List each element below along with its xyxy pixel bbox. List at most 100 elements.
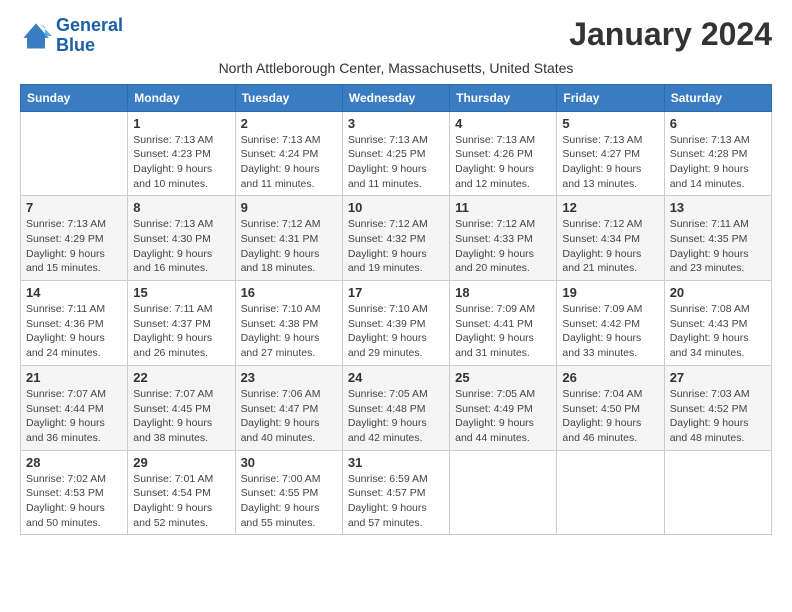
calendar-body: 1 Sunrise: 7:13 AMSunset: 4:23 PMDaylight… xyxy=(21,111,772,535)
calendar-cell xyxy=(450,450,557,535)
location-title: North Attleborough Center, Massachusetts… xyxy=(20,60,772,76)
calendar-week-3: 14Sunrise: 7:11 AMSunset: 4:36 PMDayligh… xyxy=(21,281,772,366)
day-number: 10 xyxy=(348,200,444,215)
day-detail: Sunrise: 7:12 AMSunset: 4:34 PMDaylight:… xyxy=(562,217,658,276)
logo-line1: General xyxy=(56,16,123,36)
calendar-cell: 10Sunrise: 7:12 AMSunset: 4:32 PMDayligh… xyxy=(342,196,449,281)
day-detail: Sunrise: 7:13 AMSunset: 4:28 PMDaylight:… xyxy=(670,133,766,192)
day-number: 31 xyxy=(348,455,444,470)
calendar-cell: 11 Sunrise: 7:12 AMSunset: 4:33 PMDayligh… xyxy=(450,196,557,281)
day-detail: Sunrise: 7:09 AMSunset: 4:42 PMDaylight:… xyxy=(562,302,658,361)
day-number: 1 xyxy=(133,116,229,131)
day-detail: Sunrise: 7:05 AMSunset: 4:48 PMDaylight:… xyxy=(348,387,444,446)
calendar-cell: 30 Sunrise: 7:00 AMSunset: 4:55 PMDayligh… xyxy=(235,450,342,535)
day-number: 11 xyxy=(455,200,551,215)
calendar-cell: 7 Sunrise: 7:13 AMSunset: 4:29 PMDaylight… xyxy=(21,196,128,281)
day-detail: Sunrise: 7:13 AMSunset: 4:29 PMDaylight:… xyxy=(26,217,122,276)
day-detail: Sunrise: 7:10 AMSunset: 4:39 PMDaylight:… xyxy=(348,302,444,361)
calendar-cell: 5 Sunrise: 7:13 AMSunset: 4:27 PMDaylight… xyxy=(557,111,664,196)
calendar-week-5: 28 Sunrise: 7:02 AMSunset: 4:53 PMDayligh… xyxy=(21,450,772,535)
calendar-header-saturday: Saturday xyxy=(664,84,771,111)
logo: General Blue xyxy=(20,16,123,56)
calendar-cell: 23 Sunrise: 7:06 AMSunset: 4:47 PMDayligh… xyxy=(235,365,342,450)
day-detail: Sunrise: 7:00 AMSunset: 4:55 PMDaylight:… xyxy=(241,472,337,531)
day-number: 8 xyxy=(133,200,229,215)
day-number: 28 xyxy=(26,455,122,470)
calendar-table: SundayMondayTuesdayWednesdayThursdayFrid… xyxy=(20,84,772,536)
calendar-cell: 31 Sunrise: 6:59 AMSunset: 4:57 PMDayligh… xyxy=(342,450,449,535)
day-detail: Sunrise: 7:11 AMSunset: 4:35 PMDaylight:… xyxy=(670,217,766,276)
calendar-cell: 4 Sunrise: 7:13 AMSunset: 4:26 PMDaylight… xyxy=(450,111,557,196)
day-detail: Sunrise: 7:13 AMSunset: 4:27 PMDaylight:… xyxy=(562,133,658,192)
calendar-cell: 28 Sunrise: 7:02 AMSunset: 4:53 PMDayligh… xyxy=(21,450,128,535)
day-detail: Sunrise: 7:10 AMSunset: 4:38 PMDaylight:… xyxy=(241,302,337,361)
calendar-cell: 29 Sunrise: 7:01 AMSunset: 4:54 PMDayligh… xyxy=(128,450,235,535)
calendar-week-1: 1 Sunrise: 7:13 AMSunset: 4:23 PMDaylight… xyxy=(21,111,772,196)
calendar-cell: 25Sunrise: 7:05 AMSunset: 4:49 PMDayligh… xyxy=(450,365,557,450)
calendar-cell: 14Sunrise: 7:11 AMSunset: 4:36 PMDayligh… xyxy=(21,281,128,366)
day-number: 9 xyxy=(241,200,337,215)
calendar-cell: 24 Sunrise: 7:05 AMSunset: 4:48 PMDayligh… xyxy=(342,365,449,450)
day-detail: Sunrise: 7:06 AMSunset: 4:47 PMDaylight:… xyxy=(241,387,337,446)
day-number: 19 xyxy=(562,285,658,300)
calendar-cell: 1 Sunrise: 7:13 AMSunset: 4:23 PMDaylight… xyxy=(128,111,235,196)
day-detail: Sunrise: 7:01 AMSunset: 4:54 PMDaylight:… xyxy=(133,472,229,531)
calendar-week-4: 21 Sunrise: 7:07 AMSunset: 4:44 PMDayligh… xyxy=(21,365,772,450)
day-number: 13 xyxy=(670,200,766,215)
day-detail: Sunrise: 7:03 AMSunset: 4:52 PMDaylight:… xyxy=(670,387,766,446)
day-number: 5 xyxy=(562,116,658,131)
day-detail: Sunrise: 7:12 AMSunset: 4:33 PMDaylight:… xyxy=(455,217,551,276)
calendar-cell: 17Sunrise: 7:10 AMSunset: 4:39 PMDayligh… xyxy=(342,281,449,366)
calendar-cell: 26Sunrise: 7:04 AMSunset: 4:50 PMDayligh… xyxy=(557,365,664,450)
calendar-header-row: SundayMondayTuesdayWednesdayThursdayFrid… xyxy=(21,84,772,111)
day-number: 6 xyxy=(670,116,766,131)
calendar-cell: 19 Sunrise: 7:09 AMSunset: 4:42 PMDayligh… xyxy=(557,281,664,366)
calendar-cell: 16 Sunrise: 7:10 AMSunset: 4:38 PMDayligh… xyxy=(235,281,342,366)
day-number: 25 xyxy=(455,370,551,385)
calendar-cell: 13 Sunrise: 7:11 AMSunset: 4:35 PMDayligh… xyxy=(664,196,771,281)
calendar-header-wednesday: Wednesday xyxy=(342,84,449,111)
day-number: 21 xyxy=(26,370,122,385)
day-detail: Sunrise: 7:02 AMSunset: 4:53 PMDaylight:… xyxy=(26,472,122,531)
day-number: 22 xyxy=(133,370,229,385)
day-detail: Sunrise: 7:07 AMSunset: 4:45 PMDaylight:… xyxy=(133,387,229,446)
day-number: 27 xyxy=(670,370,766,385)
day-detail: Sunrise: 7:04 AMSunset: 4:50 PMDaylight:… xyxy=(562,387,658,446)
day-detail: Sunrise: 7:13 AMSunset: 4:23 PMDaylight:… xyxy=(133,133,229,192)
calendar-cell xyxy=(557,450,664,535)
calendar-cell: 12Sunrise: 7:12 AMSunset: 4:34 PMDayligh… xyxy=(557,196,664,281)
calendar-cell: 2Sunrise: 7:13 AMSunset: 4:24 PMDaylight… xyxy=(235,111,342,196)
calendar-cell: 21 Sunrise: 7:07 AMSunset: 4:44 PMDayligh… xyxy=(21,365,128,450)
day-detail: Sunrise: 7:09 AMSunset: 4:41 PMDaylight:… xyxy=(455,302,551,361)
day-detail: Sunrise: 7:07 AMSunset: 4:44 PMDaylight:… xyxy=(26,387,122,446)
day-detail: Sunrise: 7:08 AMSunset: 4:43 PMDaylight:… xyxy=(670,302,766,361)
day-number: 30 xyxy=(241,455,337,470)
day-detail: Sunrise: 7:11 AMSunset: 4:36 PMDaylight:… xyxy=(26,302,122,361)
logo-icon xyxy=(20,20,52,52)
day-detail: Sunrise: 7:12 AMSunset: 4:31 PMDaylight:… xyxy=(241,217,337,276)
page-header: General Blue January 2024 xyxy=(20,16,772,56)
calendar-cell: 6 Sunrise: 7:13 AMSunset: 4:28 PMDaylight… xyxy=(664,111,771,196)
logo-line2: Blue xyxy=(56,36,123,56)
calendar-cell: 15Sunrise: 7:11 AMSunset: 4:37 PMDayligh… xyxy=(128,281,235,366)
calendar-cell: 9 Sunrise: 7:12 AMSunset: 4:31 PMDaylight… xyxy=(235,196,342,281)
calendar-header-sunday: Sunday xyxy=(21,84,128,111)
day-detail: Sunrise: 7:13 AMSunset: 4:30 PMDaylight:… xyxy=(133,217,229,276)
day-number: 23 xyxy=(241,370,337,385)
day-number: 20 xyxy=(670,285,766,300)
calendar-week-2: 7 Sunrise: 7:13 AMSunset: 4:29 PMDaylight… xyxy=(21,196,772,281)
calendar-header-friday: Friday xyxy=(557,84,664,111)
day-detail: Sunrise: 7:11 AMSunset: 4:37 PMDaylight:… xyxy=(133,302,229,361)
calendar-header-monday: Monday xyxy=(128,84,235,111)
day-number: 3 xyxy=(348,116,444,131)
day-number: 4 xyxy=(455,116,551,131)
calendar-header-tuesday: Tuesday xyxy=(235,84,342,111)
day-number: 24 xyxy=(348,370,444,385)
day-detail: Sunrise: 7:13 AMSunset: 4:26 PMDaylight:… xyxy=(455,133,551,192)
calendar-header-thursday: Thursday xyxy=(450,84,557,111)
day-number: 29 xyxy=(133,455,229,470)
day-number: 7 xyxy=(26,200,122,215)
day-number: 18 xyxy=(455,285,551,300)
day-detail: Sunrise: 6:59 AMSunset: 4:57 PMDaylight:… xyxy=(348,472,444,531)
day-number: 16 xyxy=(241,285,337,300)
